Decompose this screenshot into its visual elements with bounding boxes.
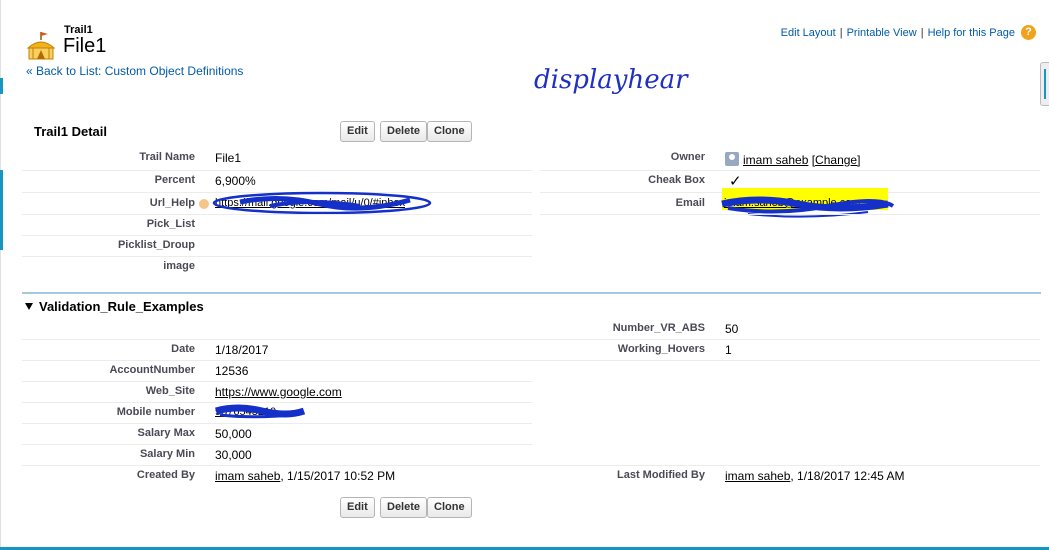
field-label-owner: Owner [670,151,705,163]
row-divider [22,381,532,382]
help-info-icon[interactable] [199,199,209,209]
delete-button[interactable]: Delete [380,121,428,142]
edit-button[interactable]: Edit [340,121,375,142]
field-value-web-site[interactable]: https://www.google.com [215,385,342,399]
section-divider [22,292,1041,294]
field-value-account-number: 12536 [215,364,249,378]
help-icon[interactable]: ? [1021,25,1036,40]
row-divider [22,444,532,445]
created-by-user-link[interactable]: imam saheb [215,469,280,483]
field-label-salary-max: Salary Max [137,427,195,439]
row-divider [22,423,532,424]
validation-section-title: Validation_Rule_Examples [39,299,204,314]
field-value-date: 1/18/2017 [215,343,269,357]
field-label-pick-list: Pick_List [146,218,195,230]
redaction-scribble [215,404,306,419]
handwritten-annotation: displayhear [534,65,689,95]
row-divider [540,214,1040,215]
page-title: File1 [63,35,107,57]
left-accent-mark [0,170,3,250]
validation-section-header[interactable]: Validation_Rule_Examples [25,299,204,314]
field-value-number-vr-abs: 50 [725,322,739,336]
row-divider [22,235,532,236]
field-label-web-site: Web_Site [145,385,195,397]
row-divider [22,256,532,257]
detail-section-title: Trail1 Detail [34,124,107,139]
row-divider [22,465,1040,466]
field-label-account-number: AccountNumber [109,364,195,376]
back-to-list-link[interactable]: « Back to List: Custom Object Definition… [26,64,243,78]
clone-button[interactable]: Clone [427,121,472,142]
top-links: Edit Layout | Printable View | Help for … [781,25,1036,40]
field-value-working-hovers: 1 [725,343,732,357]
field-label-salary-min: Salary Min [139,448,195,460]
field-label-url-help: Url_Help [149,197,195,209]
field-label-number-vr-abs: Number_VR_ABS [612,322,705,334]
field-value-trail-name: File1 [215,151,242,165]
row-divider [22,339,1040,340]
left-accent-mark [0,78,3,94]
printable-view-link[interactable]: Printable View [847,27,917,39]
row-divider [22,170,532,171]
field-label-created-by: Created By [136,469,195,481]
field-value-salary-max: 50,000 [215,427,252,441]
clone-button-bottom[interactable]: Clone [427,497,472,518]
field-value-created-by: imam saheb, 1/15/2017 10:52 PM [215,469,395,483]
trail-object-icon [26,32,56,60]
field-value-percent: 6,900% [215,174,256,188]
field-label-image: image [163,260,195,272]
collapse-triangle-icon[interactable] [25,303,33,310]
field-label-picklist-droup: Picklist_Droup [117,239,195,251]
field-label-trail-name: Trail Name [139,151,195,163]
user-icon [725,152,739,166]
sidebar-toggle-tab[interactable] [1040,62,1049,106]
field-value-owner: imam saheb [Change] [725,152,860,167]
row-divider [22,360,1040,361]
change-owner-link[interactable]: [Change] [812,153,861,167]
field-label-cheak-box: Cheak Box [648,174,705,186]
field-label-email: Email [675,197,705,209]
field-label-working-hovers: Working_Hovers [617,343,705,355]
row-divider [540,170,1040,171]
field-label-last-modified-by: Last Modified By [616,469,705,481]
redaction-scribble [721,196,895,218]
field-value-last-modified-by: imam saheb, 1/18/2017 12:45 AM [725,469,904,483]
edit-layout-link[interactable]: Edit Layout [781,27,836,39]
modified-by-date: , 1/18/2017 12:45 AM [790,469,905,483]
annotation-text: displayhear [534,65,689,95]
field-label-mobile-number: Mobile number [116,406,195,418]
row-divider [22,214,532,215]
created-by-date: , 1/15/2017 10:52 PM [280,469,396,483]
owner-link[interactable]: imam saheb [743,153,808,167]
help-link[interactable]: Help for this Page [928,27,1015,39]
field-label-percent: Percent [154,174,195,186]
edit-button-bottom[interactable]: Edit [340,497,375,518]
modified-by-user-link[interactable]: imam saheb [725,469,790,483]
field-label-date: Date [171,343,195,355]
field-value-salary-min: 30,000 [215,448,252,462]
delete-button-bottom[interactable]: Delete [380,497,428,518]
